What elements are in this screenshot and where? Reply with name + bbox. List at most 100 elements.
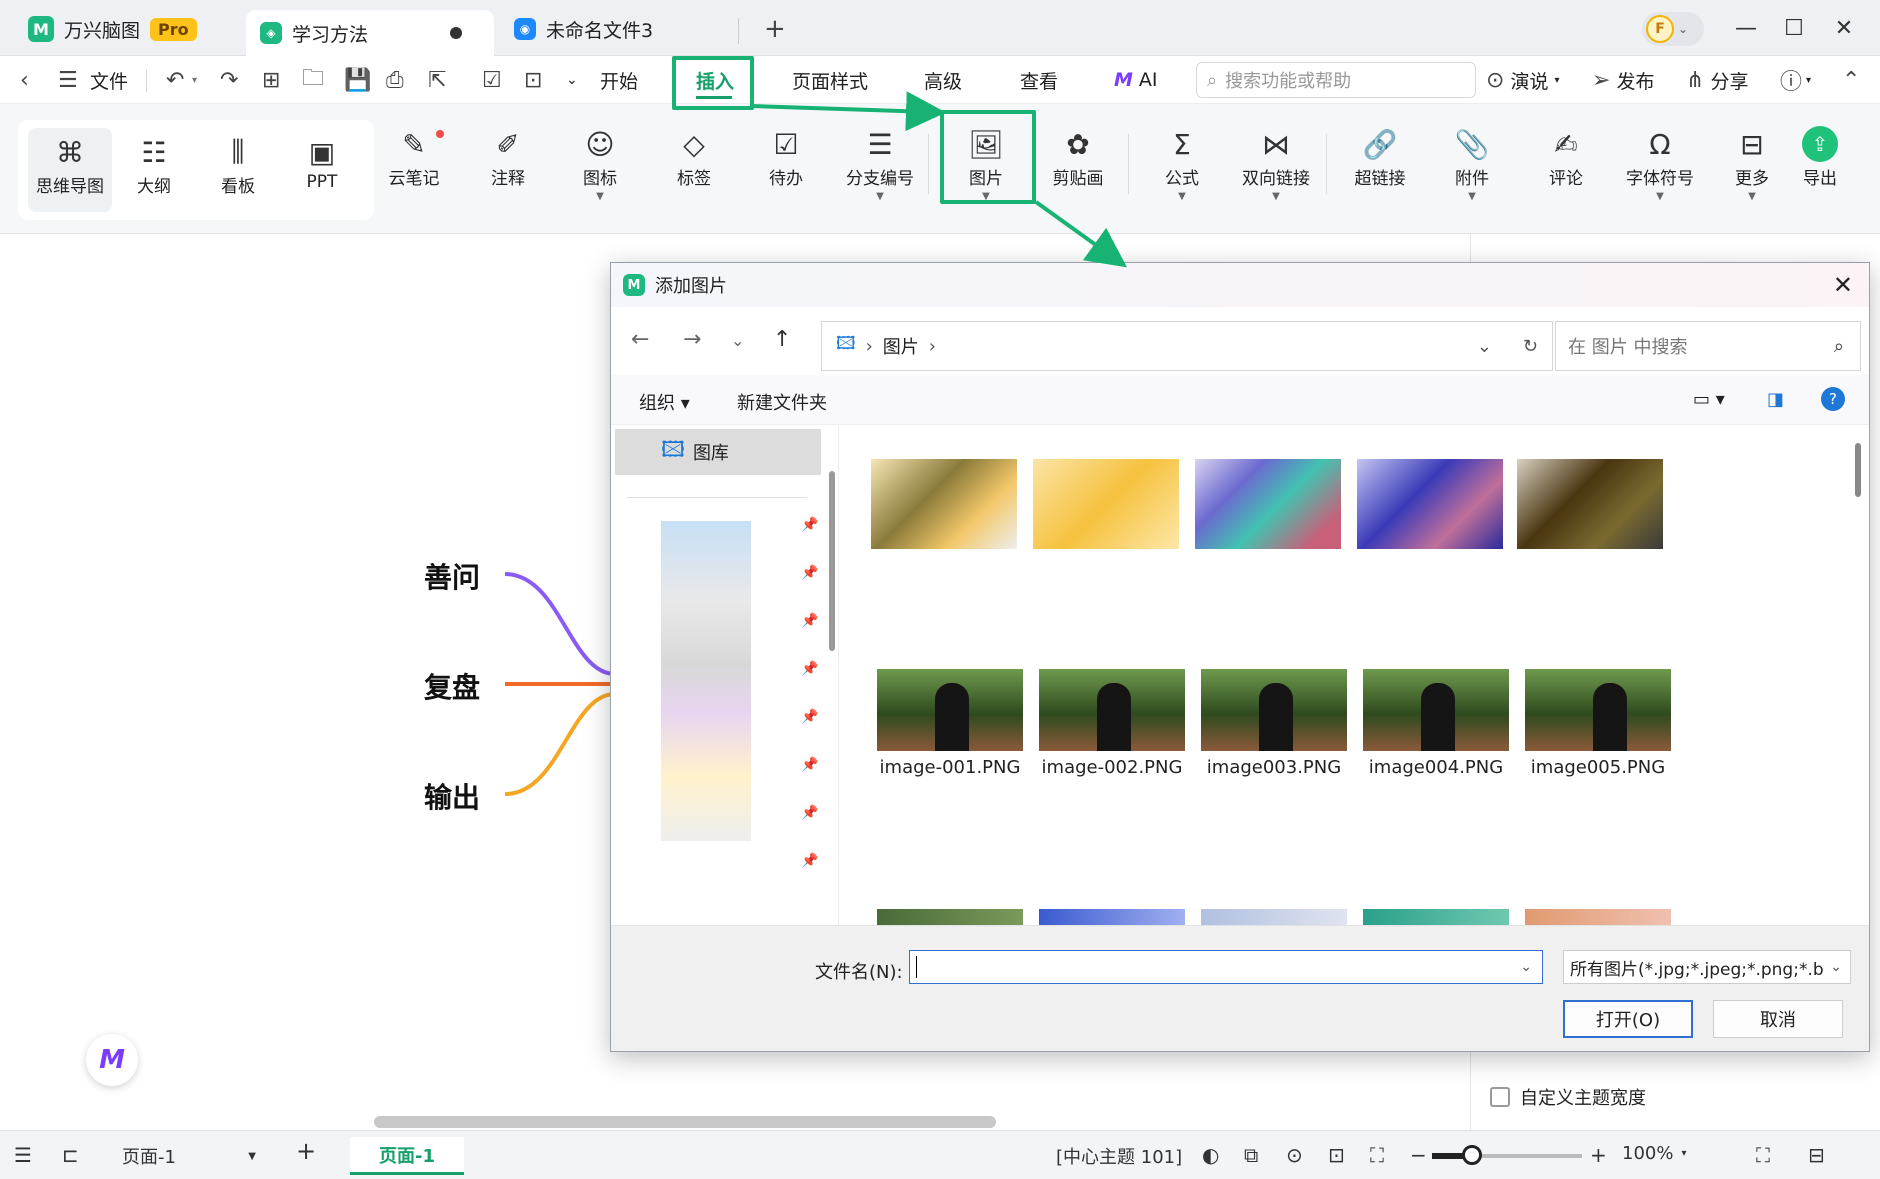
pin-icon[interactable]: 📌 (801, 517, 818, 533)
home-tab[interactable]: M 万兴脑图 Pro (14, 8, 211, 50)
blurred-thumbnail[interactable] (1195, 459, 1341, 549)
clipart-button[interactable]: ✿ 剪贴画 (1036, 124, 1120, 190)
unsaved-dot-icon[interactable] (450, 27, 463, 39)
dialog-close-icon[interactable]: ✕ (1833, 271, 1853, 299)
menu-start[interactable]: 开始 (600, 66, 638, 94)
menu-page-style[interactable]: 页面样式 (792, 66, 868, 94)
cancel-button[interactable]: 取消 (1713, 1000, 1843, 1038)
image-thumbnail[interactable] (1363, 669, 1509, 751)
new-file-icon[interactable]: ⊞ (262, 66, 280, 94)
collapse-ribbon-icon[interactable]: ⌃ (1842, 66, 1860, 94)
zoom-slider-knob[interactable] (1462, 1145, 1482, 1165)
blurred-thumbnail[interactable] (1033, 459, 1179, 549)
doc-tab-study[interactable]: ◈ 学习方法 (246, 10, 494, 56)
file-type-select[interactable]: 所有图片(*.jpg;*.jpeg;*.png;*.b ⌄ (1563, 950, 1851, 984)
view-ppt-button[interactable]: ▣ PPT (280, 132, 364, 193)
topic-node-shuchu[interactable]: 输出 (424, 776, 480, 816)
view-mindmap-button[interactable]: ⌘ 思维导图 (28, 128, 112, 212)
zoom-out-icon[interactable]: − (1410, 1143, 1427, 1167)
undo-icon[interactable]: ↶ (166, 66, 184, 94)
image-thumbnail[interactable] (1525, 909, 1671, 925)
todo-button[interactable]: ☑ 待办 (744, 124, 828, 190)
topic-node-shanwen[interactable]: 善问 (424, 556, 480, 596)
gallery-nav-item[interactable]: 🖾 图库 (615, 429, 821, 475)
horizontal-scrollbar[interactable] (374, 1116, 996, 1128)
image-thumbnail[interactable] (1039, 909, 1185, 925)
zoom-level-select[interactable]: 100% ▾ (1622, 1143, 1687, 1164)
fit-width-icon[interactable]: ⛶ (1370, 1143, 1384, 1167)
back-icon[interactable]: ‹ (20, 66, 29, 94)
more-quick-icon[interactable]: ⌄ (566, 66, 578, 94)
folder-search-input[interactable]: 在 图片 中搜索 ⌕ (1555, 321, 1861, 371)
export-button[interactable]: ⇪ 导出 (1778, 124, 1862, 189)
open-folder-icon[interactable]: 🗀 (302, 66, 324, 94)
address-dropdown-icon[interactable]: ⌄ (1477, 336, 1492, 357)
bilink-button[interactable]: ⋈ 双向链接 ▼ (1234, 124, 1318, 203)
image-thumbnail[interactable] (1039, 669, 1185, 751)
image-thumbnail[interactable] (877, 909, 1023, 925)
image-thumbnail[interactable] (877, 669, 1023, 751)
recent-locations-icon[interactable]: ⌄ (731, 331, 744, 350)
image-thumbnail[interactable] (1201, 669, 1347, 751)
tag-button[interactable]: ◇ 标签 (652, 124, 736, 190)
nav-forward-icon[interactable]: → (683, 327, 701, 352)
theme-icon[interactable]: ◐ (1202, 1143, 1219, 1167)
book-view-icon[interactable]: ⧉ (1244, 1143, 1258, 1167)
branch-number-button[interactable]: ☰ 分支编号 ▼ (838, 124, 922, 203)
nav-up-icon[interactable]: ↑ (773, 327, 791, 352)
comment-button[interactable]: ✍ 评论 (1524, 124, 1608, 190)
print-icon[interactable]: ⎙ (386, 66, 404, 94)
play-icon[interactable]: ⊙ (1286, 1143, 1303, 1167)
feature-search-input[interactable]: ⌕ 搜索功能或帮助 (1196, 62, 1476, 98)
address-bar[interactable]: 🖾 › 图片 › ⌄ ↻ (821, 321, 1553, 371)
page-select[interactable]: 页面-1 ▼ (122, 1143, 256, 1169)
note-button[interactable]: ✐ 注释 (466, 124, 550, 190)
panel-toggle-icon[interactable]: ⊟ (1808, 1143, 1825, 1167)
page-list-icon[interactable]: ⊏ (62, 1143, 79, 1167)
pin-icon[interactable]: 📌 (801, 805, 818, 821)
file-name[interactable]: image005.PNG (1503, 757, 1693, 778)
new-tab-button[interactable]: + (750, 8, 800, 50)
help-icon[interactable]: ⓘ (1780, 66, 1802, 95)
breadcrumb-pictures[interactable]: 图片 (883, 333, 919, 359)
nav-back-icon[interactable]: ← (631, 327, 649, 352)
view-kanban-button[interactable]: ⫼ 看板 (196, 132, 280, 197)
blurred-thumbnail[interactable] (1517, 459, 1663, 549)
symbol-button[interactable]: Ω 字体符号 ▼ (1618, 124, 1702, 203)
pin-icon[interactable]: 📌 (801, 853, 818, 869)
filename-dropdown-icon[interactable]: ⌄ (1520, 959, 1532, 975)
ai-assistant-icon[interactable]: M (86, 1034, 138, 1086)
add-page-icon[interactable]: + (296, 1137, 316, 1165)
minimize-icon[interactable]: — (1728, 12, 1764, 44)
blurred-thumbnail[interactable] (871, 459, 1017, 549)
image-thumbnail[interactable] (1363, 909, 1509, 925)
image-thumbnail[interactable] (1201, 909, 1347, 925)
save-as-icon[interactable]: ⊡ (524, 66, 542, 94)
fit-page-icon[interactable]: ⊡ (1328, 1143, 1345, 1167)
new-folder-button[interactable]: 新建文件夹 (737, 389, 827, 415)
hyperlink-button[interactable]: 🔗 超链接 (1338, 124, 1422, 190)
present-button[interactable]: ⊙ 演说 ▾ (1486, 66, 1559, 94)
organize-button[interactable]: 组织 ▾ (639, 389, 690, 415)
fullscreen-icon[interactable]: ⛶ (1756, 1143, 1770, 1167)
file-menu[interactable]: 文件 (90, 66, 128, 94)
help-icon[interactable]: ? (1821, 387, 1845, 411)
undo-dropdown-icon[interactable]: ▾ (192, 66, 197, 94)
outline-toggle-icon[interactable]: ☰ (14, 1143, 32, 1167)
view-options-icon[interactable]: ▭ ▾ (1693, 389, 1725, 410)
formula-button[interactable]: Σ 公式 ▼ (1140, 124, 1224, 203)
help-dropdown-icon[interactable]: ▾ (1806, 66, 1811, 94)
menu-ai[interactable]: M AI (1114, 66, 1158, 94)
filename-input[interactable]: ⌄ (909, 950, 1543, 984)
pin-icon[interactable]: 📌 (801, 709, 818, 725)
checkbox-box[interactable] (1490, 1087, 1510, 1107)
pin-icon[interactable]: 📌 (801, 757, 818, 773)
pin-icon[interactable]: 📌 (801, 565, 818, 581)
pin-icon[interactable]: 📌 (801, 613, 818, 629)
icon-button[interactable]: ☺ 图标 ▼ (558, 124, 642, 203)
redo-icon[interactable]: ↷ (220, 66, 238, 94)
export-doc-icon[interactable]: ⇱ (428, 66, 446, 94)
image-thumbnail[interactable] (1525, 669, 1671, 751)
view-outline-button[interactable]: ☷ 大纲 (112, 132, 196, 198)
topic-node-fupan[interactable]: 复盘 (424, 666, 480, 706)
